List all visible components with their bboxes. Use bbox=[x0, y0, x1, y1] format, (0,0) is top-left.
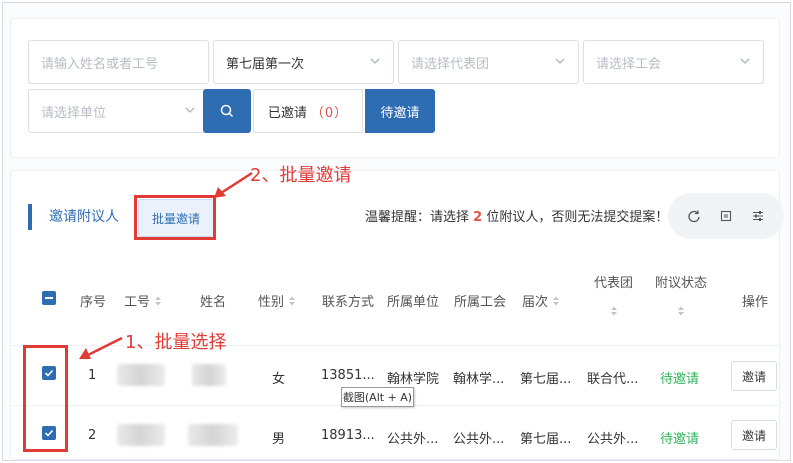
chevron-down-icon bbox=[740, 58, 750, 64]
title-accent-bar bbox=[28, 204, 32, 230]
row-index: 1 bbox=[88, 368, 97, 383]
annotation-batch-select: 1、批量选择 bbox=[125, 332, 227, 353]
redacted-name bbox=[188, 424, 238, 446]
header-action: 操作 bbox=[742, 295, 769, 310]
hint-prefix: 温馨提醒：请选择 bbox=[365, 210, 470, 225]
header-employee-id-label: 工号 bbox=[124, 295, 151, 310]
filter-panel bbox=[10, 18, 780, 158]
row-session: 第七届... bbox=[520, 372, 572, 387]
sort-icon bbox=[155, 296, 162, 305]
row-status: 待邀请 bbox=[660, 432, 700, 447]
sort-icon bbox=[553, 296, 560, 305]
tab-pending[interactable]: 待邀请 bbox=[365, 89, 435, 133]
redacted-employee-id bbox=[117, 364, 165, 386]
annotation-box-batch-select bbox=[23, 345, 68, 452]
row-session: 第七届... bbox=[520, 432, 572, 447]
sort-icon bbox=[289, 296, 296, 305]
invite-button[interactable]: 邀请 bbox=[731, 420, 777, 450]
unit-select-placeholder: 请选择单位 bbox=[41, 105, 107, 121]
row-unit: 公共外... bbox=[387, 432, 439, 447]
row-status: 待邀请 bbox=[660, 372, 700, 387]
settings-sliders-icon bbox=[753, 211, 763, 221]
union-select-placeholder: 请选择工会 bbox=[596, 56, 662, 72]
name-search-input[interactable]: 请输入姓名或者工号 bbox=[28, 40, 209, 84]
sort-icon bbox=[678, 306, 684, 316]
header-session-label: 届次 bbox=[522, 295, 549, 310]
delegation-select-placeholder: 请选择代表团 bbox=[411, 56, 490, 72]
header-union: 所属工会 bbox=[454, 295, 507, 310]
sort-icon bbox=[610, 306, 617, 316]
header-name: 姓名 bbox=[200, 295, 227, 310]
refresh-icon bbox=[688, 210, 700, 223]
chevron-down-icon bbox=[370, 58, 380, 64]
annotation-arrow-icon bbox=[214, 171, 253, 198]
row-delegation: 公共外... bbox=[587, 432, 639, 447]
session-select[interactable]: 第七届第一次 bbox=[213, 40, 394, 84]
redacted-name bbox=[192, 364, 226, 386]
union-select[interactable]: 请选择工会 bbox=[583, 40, 764, 84]
tab-invited-count: （0） bbox=[310, 105, 349, 121]
row-unit: 翰林学院 bbox=[387, 372, 440, 387]
annotation-box-batch-invite bbox=[134, 195, 216, 240]
density-button[interactable] bbox=[716, 206, 736, 226]
row-delegation: 联合代... bbox=[587, 372, 639, 387]
row-gender: 女 bbox=[272, 372, 286, 387]
screenshot-tooltip: 截图(Alt + A) bbox=[341, 387, 414, 407]
chevron-down-icon bbox=[185, 107, 195, 113]
refresh-button[interactable] bbox=[684, 206, 704, 226]
annotation-arrow-icon bbox=[79, 336, 123, 359]
header-gender[interactable]: 性别 bbox=[258, 291, 296, 310]
header-status-label: 附议状态 bbox=[655, 276, 708, 291]
density-icon bbox=[720, 210, 732, 222]
tab-invited[interactable]: 已邀请 （0） bbox=[253, 89, 363, 133]
tab-pending-label: 待邀请 bbox=[380, 105, 420, 121]
annotation-batch-invite: 2、批量邀请 bbox=[250, 165, 352, 186]
header-status[interactable]: 附议状态 bbox=[655, 272, 707, 317]
column-settings-button[interactable] bbox=[748, 206, 768, 226]
row-union: 翰林学... bbox=[453, 372, 505, 387]
header-delegation-label: 代表团 bbox=[594, 276, 634, 291]
search-button[interactable] bbox=[203, 89, 251, 133]
indeterminate-icon bbox=[45, 297, 53, 299]
redacted-employee-id bbox=[117, 424, 165, 446]
section-title: 邀请附议人 bbox=[49, 209, 119, 225]
tab-invited-label: 已邀请 bbox=[267, 105, 307, 121]
row-gender: 男 bbox=[272, 432, 286, 447]
search-icon bbox=[220, 104, 234, 118]
row-index: 2 bbox=[88, 428, 97, 443]
header-gender-label: 性别 bbox=[258, 295, 285, 310]
header-contact: 联系方式 bbox=[322, 295, 375, 310]
row-union: 公共外... bbox=[453, 432, 505, 447]
header-index: 序号 bbox=[80, 295, 107, 310]
chevron-down-icon bbox=[555, 58, 565, 64]
hint-suffix: 位附议人，否则无法提交提案！ bbox=[486, 210, 669, 225]
header-delegation[interactable]: 代表团 bbox=[594, 272, 633, 317]
header-unit: 所属单位 bbox=[387, 295, 440, 310]
header-session[interactable]: 届次 bbox=[522, 291, 560, 310]
select-all-checkbox[interactable] bbox=[42, 291, 56, 305]
session-select-value: 第七届第一次 bbox=[226, 56, 305, 72]
header-employee-id[interactable]: 工号 bbox=[124, 291, 162, 310]
hint-number: 2 bbox=[473, 210, 483, 225]
unit-select[interactable]: 请选择单位 bbox=[28, 89, 209, 133]
row-contact: 13851... bbox=[321, 368, 375, 383]
row-contact: 18913... bbox=[321, 428, 375, 443]
invite-button[interactable]: 邀请 bbox=[731, 361, 777, 391]
table-tools bbox=[668, 193, 784, 239]
selection-hint: 温馨提醒：请选择 2 位附议人，否则无法提交提案！ bbox=[365, 206, 668, 225]
delegation-select[interactable]: 请选择代表团 bbox=[398, 40, 579, 84]
name-search-placeholder: 请输入姓名或者工号 bbox=[41, 56, 159, 72]
